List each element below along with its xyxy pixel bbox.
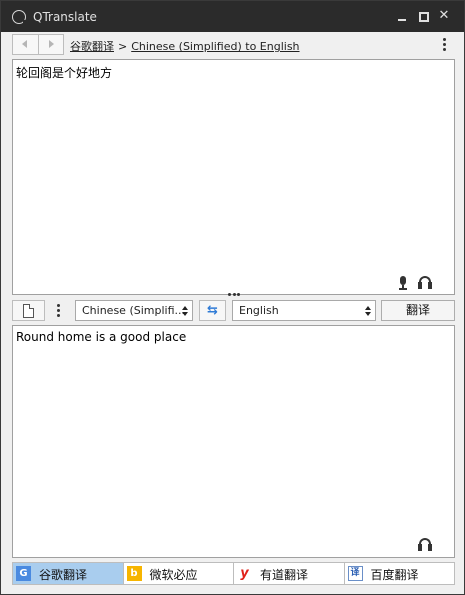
minimize-icon[interactable] (393, 7, 411, 25)
source-text[interactable]: 轮回阁是个好地方 (16, 64, 112, 81)
listen-source-icon[interactable] (418, 276, 432, 289)
target-language-value: English (239, 304, 279, 317)
baidu-translate-icon: 译 (347, 566, 363, 581)
arrow-right-icon (49, 40, 54, 48)
google-translate-icon: G (16, 566, 31, 581)
more-options-icon[interactable] (439, 38, 449, 54)
source-text-area[interactable]: 轮回阁是个好地方 (12, 59, 455, 295)
title-bar[interactable]: QTranslate ✕ (1, 1, 464, 32)
target-language-select[interactable]: English (232, 300, 376, 321)
close-icon[interactable]: ✕ (435, 7, 453, 25)
options-menu-icon[interactable] (53, 304, 63, 320)
service-link[interactable]: 谷歌翻译 (70, 40, 114, 53)
tab-label: 百度翻译 (370, 568, 419, 582)
swap-languages-button[interactable]: ⇆ (199, 300, 226, 321)
direction-link[interactable]: Chinese (Simplified) to English (131, 40, 299, 53)
source-language-value: Chinese (Simplifi... (82, 304, 186, 317)
tab-bing-translator[interactable]: b 微软必应 (124, 563, 234, 584)
tab-baidu-translate[interactable]: 译 百度翻译 (345, 563, 455, 584)
microphone-icon[interactable] (397, 276, 409, 290)
forward-button[interactable] (38, 35, 63, 54)
pane-splitter-handle[interactable] (228, 293, 240, 297)
updown-arrow-icon (365, 306, 371, 316)
translation-text-area[interactable]: Round home is a good place (12, 325, 455, 558)
history-nav (12, 34, 64, 55)
breadcrumb: 谷歌翻译 > Chinese (Simplified) to English (70, 38, 300, 54)
source-language-select[interactable]: Chinese (Simplifi... (75, 300, 193, 321)
maximize-icon[interactable] (414, 7, 432, 25)
tab-google-translate[interactable]: G 谷歌翻译 (13, 563, 124, 584)
document-icon (23, 304, 34, 318)
tab-label: 有道翻译 (260, 568, 309, 582)
window-title: QTranslate (33, 10, 97, 24)
bing-icon: b (126, 566, 142, 581)
listen-translation-icon[interactable] (418, 538, 432, 551)
tab-youdao-translate[interactable]: y 有道翻译 (234, 563, 345, 584)
swap-icon: ⇆ (207, 303, 218, 318)
tab-label: 谷歌翻译 (39, 568, 88, 582)
app-logo-icon (12, 10, 28, 25)
translation-text[interactable]: Round home is a good place (16, 330, 186, 344)
youdao-icon: y (240, 566, 249, 581)
arrow-left-icon (22, 40, 27, 48)
tab-label: 微软必应 (149, 568, 198, 582)
service-tabs: G 谷歌翻译 b 微软必应 y 有道翻译 译 百度翻译 (12, 562, 455, 585)
updown-arrow-icon (182, 306, 188, 316)
qtranslate-window: QTranslate ✕ 谷歌翻译 > Chinese (Simplified) t… (0, 0, 465, 595)
document-button[interactable] (12, 300, 45, 321)
back-button[interactable] (13, 35, 38, 54)
breadcrumb-separator: > (118, 40, 128, 53)
translate-button[interactable]: 翻译 (381, 300, 455, 321)
